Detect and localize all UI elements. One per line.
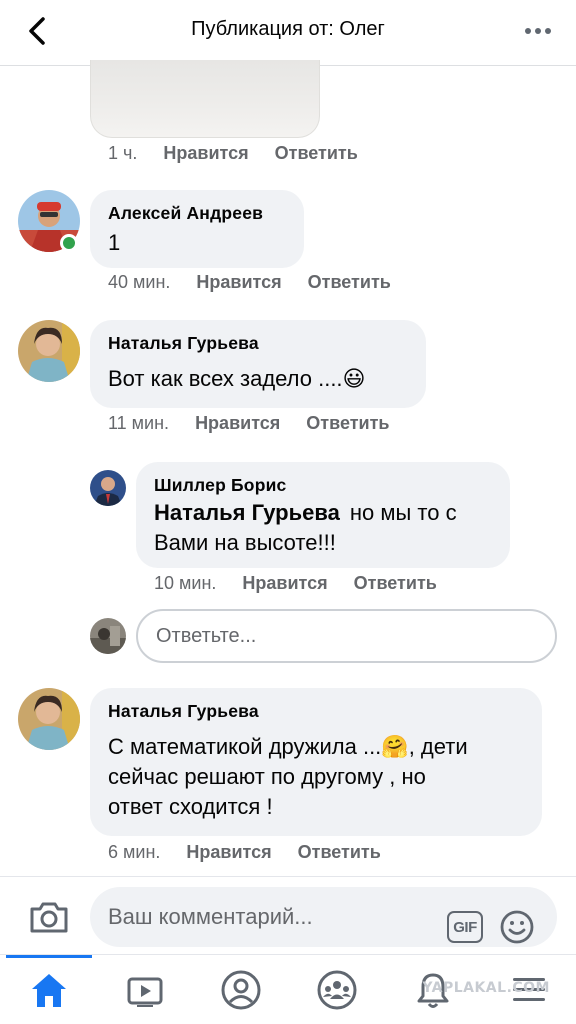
profile-icon bbox=[221, 970, 261, 1010]
page-title: Публикация от: Олег bbox=[191, 18, 385, 40]
reply-button[interactable]: Ответить bbox=[306, 413, 389, 434]
comment-bubble[interactable]: Наталья Гурьева Вот как всех задело ....… bbox=[90, 320, 426, 408]
comment-meta: 40 мин. Нравится Ответить bbox=[108, 272, 391, 293]
comment-meta: 1 ч. Нравится Ответить bbox=[108, 143, 358, 164]
comment-input-placeholder: Ваш комментарий... bbox=[108, 904, 313, 929]
comment-text: С математикой дружила ...🤗, дети bbox=[108, 732, 524, 762]
comment-time: 6 мин. bbox=[108, 842, 161, 862]
more-dots-icon bbox=[525, 28, 551, 34]
avatar[interactable] bbox=[18, 320, 80, 382]
more-options-button[interactable] bbox=[522, 18, 554, 44]
tab-video[interactable] bbox=[120, 967, 170, 1013]
groups-icon bbox=[317, 970, 357, 1010]
like-button[interactable]: Нравится bbox=[196, 272, 281, 293]
tab-groups[interactable] bbox=[312, 967, 362, 1013]
comment-meta: 11 мин. Нравится Ответить bbox=[108, 413, 389, 434]
comment-meta: 6 мин. Нравится Ответить bbox=[108, 842, 381, 863]
comment-image[interactable] bbox=[90, 60, 320, 138]
comment-author[interactable]: Наталья Гурьева bbox=[108, 332, 408, 354]
reply-input-placeholder: Ответьте... bbox=[156, 624, 257, 647]
active-tab-indicator bbox=[6, 955, 92, 958]
smiley-emoji: 😃 bbox=[342, 366, 366, 391]
comment-text-line: ответ сходится ! bbox=[108, 794, 273, 819]
camera-button[interactable] bbox=[28, 899, 70, 935]
comment-text-line: Вами на высоте!!! bbox=[154, 530, 336, 555]
comment-text-body: Вот как всех задело .... bbox=[108, 366, 343, 391]
reply-button[interactable]: Ответить bbox=[298, 842, 381, 863]
comment-meta: 10 мин. Нравится Ответить bbox=[154, 573, 437, 594]
user-avatar-image bbox=[18, 688, 80, 750]
comment-text-line: сейчас решают по другому , но bbox=[108, 764, 426, 789]
comment-composer: Ваш комментарий... GIF bbox=[0, 876, 576, 954]
hugging-emoji: 🤗 bbox=[381, 734, 409, 759]
current-user-avatar bbox=[90, 618, 126, 654]
comment-author[interactable]: Шиллер Борис bbox=[154, 474, 492, 496]
camera-icon bbox=[30, 902, 68, 933]
header-bar: Публикация от: Олег bbox=[0, 0, 576, 66]
avatar[interactable] bbox=[18, 688, 80, 750]
comment-author[interactable]: Алексей Андреев bbox=[108, 202, 286, 224]
comment-bubble[interactable]: Алексей Андреев 1 bbox=[90, 190, 304, 268]
comment-text: Вот как всех задело ....😃 bbox=[108, 364, 408, 394]
home-icon bbox=[32, 974, 66, 1007]
reply-button[interactable]: Ответить bbox=[354, 573, 437, 594]
emoji-button[interactable] bbox=[499, 909, 535, 945]
gif-button[interactable]: GIF bbox=[447, 911, 483, 943]
like-button[interactable]: Нравится bbox=[163, 143, 248, 164]
user-avatar-image bbox=[18, 320, 80, 382]
smiley-icon bbox=[500, 910, 534, 944]
video-icon bbox=[127, 977, 163, 1007]
comment-input[interactable]: Ваш комментарий... GIF bbox=[90, 887, 557, 947]
avatar[interactable] bbox=[90, 470, 126, 506]
tab-home[interactable] bbox=[24, 967, 74, 1013]
comment-text-part: но мы то с bbox=[349, 500, 457, 525]
like-button[interactable]: Нравится bbox=[186, 842, 271, 863]
watermark: YAPLAKAL.COM bbox=[422, 980, 550, 996]
like-button[interactable]: Нравится bbox=[242, 573, 327, 594]
tab-profile[interactable] bbox=[216, 967, 266, 1013]
comment-time: 11 мин. bbox=[108, 413, 170, 433]
comment-text-part: , дети bbox=[408, 734, 468, 759]
reply-input[interactable]: Ответьте... bbox=[136, 609, 557, 663]
comment-bubble[interactable]: Наталья Гурьева С математикой дружила ..… bbox=[90, 688, 542, 836]
reply-button[interactable]: Ответить bbox=[308, 272, 391, 293]
user-avatar-image bbox=[90, 470, 126, 506]
user-avatar-image bbox=[90, 618, 126, 654]
comment-text: Наталья Гурьева но мы то с bbox=[154, 498, 492, 528]
comment-author[interactable]: Наталья Гурьева bbox=[108, 700, 524, 722]
comment-text-part: С математикой дружила ... bbox=[108, 734, 382, 759]
mention-link[interactable]: Наталья Гурьева bbox=[154, 500, 340, 525]
comment-time: 40 мин. bbox=[108, 272, 171, 292]
comment-time: 1 ч. bbox=[108, 143, 138, 163]
reply-bubble[interactable]: Шиллер Борис Наталья Гурьева но мы то с В… bbox=[136, 462, 510, 568]
online-status-indicator bbox=[60, 234, 78, 252]
comment-time: 10 мин. bbox=[154, 573, 217, 593]
like-button[interactable]: Нравится bbox=[195, 413, 280, 434]
comment-text: 1 bbox=[108, 230, 121, 255]
reply-button[interactable]: Ответить bbox=[275, 143, 358, 164]
